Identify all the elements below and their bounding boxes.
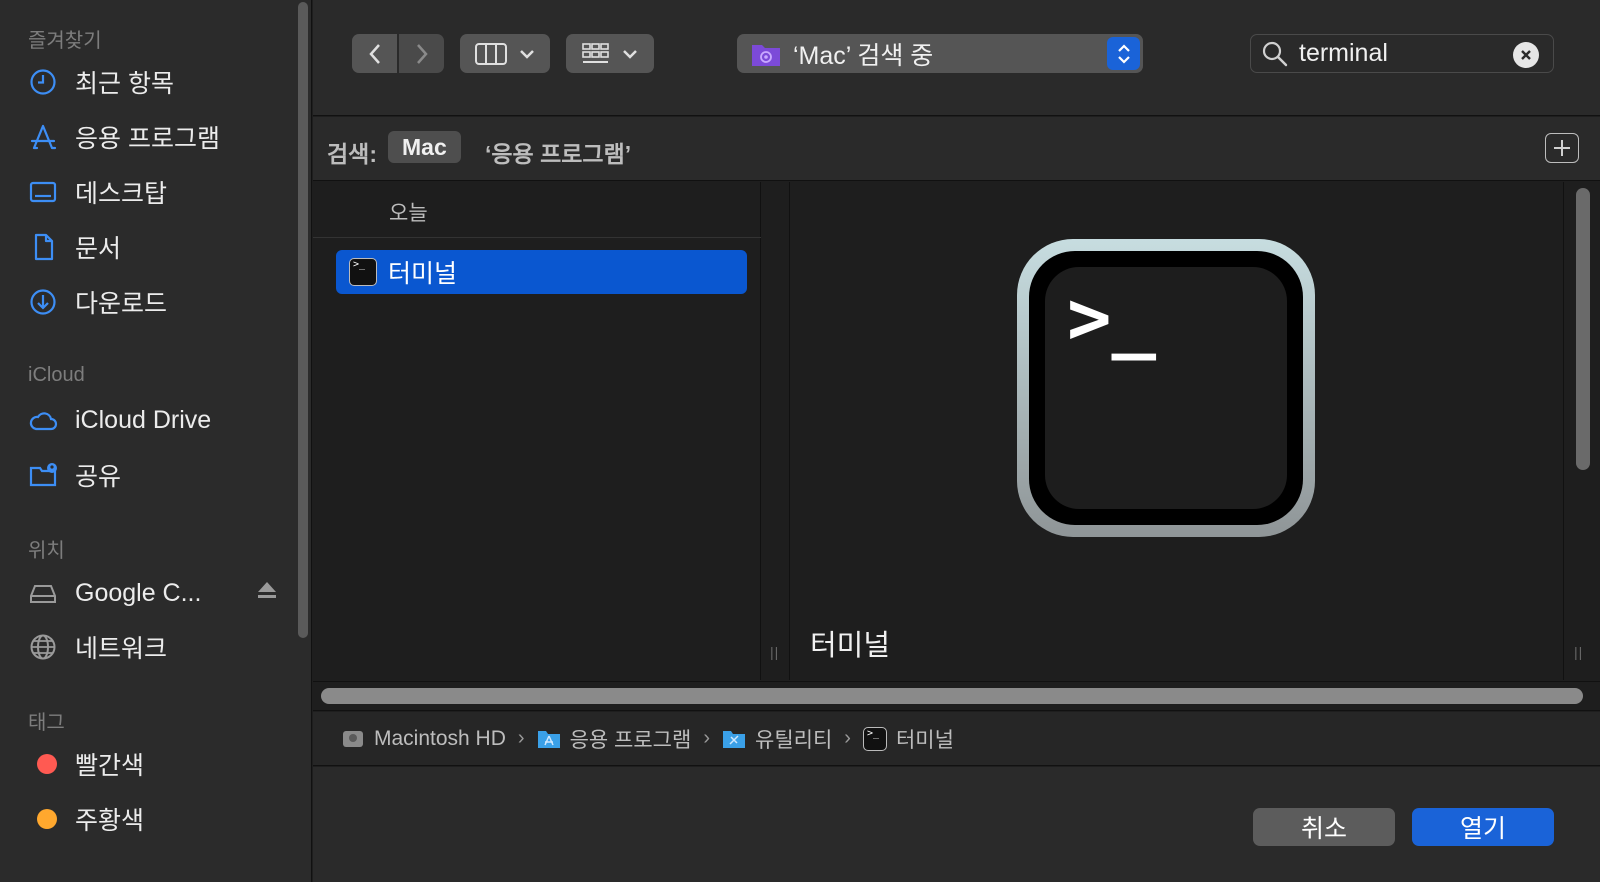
group-by-button[interactable] — [566, 34, 654, 73]
desktop-icon — [28, 176, 68, 208]
apps-icon — [28, 121, 68, 153]
sidebar-item-icloud-drive[interactable]: iCloud Drive — [28, 400, 278, 440]
back-button[interactable] — [352, 34, 397, 73]
sidebar-item-network[interactable]: 네트워크 — [28, 627, 278, 667]
tag-dot-orange — [28, 803, 68, 835]
list-item-selected[interactable]: 터미널 — [336, 250, 747, 294]
network-icon — [28, 631, 68, 663]
terminal-prompt: >_ — [1067, 275, 1157, 361]
path-item-macintosh-hd[interactable]: Macintosh HD — [341, 727, 506, 751]
clear-search-button[interactable] — [1513, 42, 1539, 68]
clock-icon — [28, 66, 68, 98]
download-icon — [28, 286, 68, 318]
sidebar-scrollbar[interactable] — [295, 0, 309, 640]
location-label: ‘Mac’ 검색 중 — [793, 41, 934, 70]
scope-mac-button[interactable]: Mac — [388, 131, 461, 163]
chevron-right-icon — [416, 43, 428, 64]
sidebar-item-label: 데스크탑 — [75, 180, 168, 208]
column-splitter[interactable]: || — [762, 182, 790, 680]
toolbar: ‘Mac’ 검색 중 — [313, 0, 1600, 116]
location-popup[interactable]: ‘Mac’ 검색 중 — [737, 34, 1143, 73]
preview-scrollbar[interactable]: || — [1563, 182, 1600, 680]
terminal-large-icon: >_ — [1017, 239, 1315, 537]
hard-drive-icon — [343, 730, 363, 747]
sidebar-section-favorites: 즐겨찾기 — [28, 30, 102, 52]
path-item-utilities[interactable]: 유틸리티 — [722, 724, 832, 754]
preview-app-name: 터미널 — [810, 630, 891, 662]
sidebar-section-locations: 위치 — [28, 540, 65, 562]
sidebar-item-documents[interactable]: 문서 — [28, 227, 278, 267]
plus-icon — [1554, 140, 1570, 156]
sidebar-item-label: iCloud Drive — [75, 405, 212, 434]
resize-grip-icon[interactable]: || — [770, 644, 779, 660]
chevron-right-icon: › — [844, 727, 851, 749]
sidebar-item-desktop[interactable]: 데스크탑 — [28, 172, 278, 212]
sidebar-item-label: 공유 — [75, 463, 122, 491]
sidebar-item-label: 네트워크 — [75, 635, 168, 663]
search-scope-bar: 검색: Mac ‘응용 프로그램’ — [313, 117, 1600, 181]
terminal-app-icon — [349, 258, 377, 286]
folder-icon — [537, 730, 560, 748]
smart-folder-icon — [752, 44, 780, 66]
sidebar-item-label: 최근 항목 — [75, 70, 174, 98]
dialog-footer: 취소 열기 — [313, 767, 1600, 882]
cancel-button[interactable]: 취소 — [1253, 808, 1395, 846]
sidebar-item-google-drive[interactable]: Google C... — [28, 573, 278, 613]
sidebar-item-label: 주황색 — [75, 807, 145, 835]
grid-icon — [582, 42, 609, 63]
drive-icon — [28, 577, 68, 609]
sidebar-item-downloads[interactable]: 다운로드 — [28, 282, 278, 322]
chevron-left-icon — [368, 43, 380, 64]
path-item-applications[interactable]: 응용 프로그램 — [537, 724, 691, 754]
eject-icon[interactable] — [256, 579, 278, 608]
sidebar-section-tags: 태그 — [28, 712, 65, 734]
chevron-down-icon — [520, 49, 534, 59]
tag-dot-red — [28, 748, 68, 780]
chevron-right-icon: › — [517, 727, 525, 749]
list-group-header: 오늘 — [313, 182, 761, 238]
close-icon — [1521, 50, 1531, 60]
search-icon — [1262, 41, 1288, 66]
path-item-terminal[interactable]: 터미널 — [862, 724, 954, 754]
horizontal-scrollbar[interactable] — [313, 681, 1600, 711]
columns-view-icon — [475, 42, 507, 65]
view-mode-button[interactable] — [460, 34, 550, 73]
resize-grip-icon[interactable]: || — [1574, 644, 1583, 660]
preview-pane: >_ 터미널 — [791, 182, 1561, 680]
chevron-right-icon: › — [703, 727, 710, 749]
sidebar-item-tag-orange[interactable]: 주황색 — [28, 799, 278, 839]
sidebar-item-applications[interactable]: 응용 프로그램 — [28, 117, 278, 157]
search-input[interactable] — [1299, 39, 1499, 68]
group-header-label: 오늘 — [389, 202, 428, 225]
search-field[interactable] — [1250, 34, 1554, 73]
sidebar-item-shared[interactable]: 공유 — [28, 455, 278, 495]
sidebar: 즐겨찾기 최근 항목 응용 프로그램 데스크탑 문서 다운로드 iCloud i… — [0, 0, 312, 882]
main-pane: ‘Mac’ 검색 중 검색: Mac ‘응용 프로그램’ 오늘 터미널 — [313, 0, 1600, 882]
list-item-label: 터미널 — [388, 260, 458, 288]
scope-applications-button[interactable]: ‘응용 프로그램’ — [485, 135, 631, 169]
sidebar-item-tag-red[interactable]: 빨간색 — [28, 744, 278, 784]
scope-label: 검색: — [327, 141, 377, 167]
folder-icon — [723, 730, 745, 748]
sidebar-item-label: Google C... — [75, 578, 202, 607]
sidebar-item-label: 문서 — [75, 235, 122, 263]
open-button[interactable]: 열기 — [1412, 808, 1554, 846]
sidebar-item-recents[interactable]: 최근 항목 — [28, 62, 278, 102]
document-icon — [28, 231, 68, 263]
cloud-icon — [28, 404, 68, 436]
chevron-down-icon — [623, 49, 637, 59]
path-bar: Macintosh HD › 응용 프로그램 › 유틸리티 › 터미널 — [313, 712, 1600, 766]
updown-chevron-icon — [1107, 37, 1140, 70]
add-criteria-button[interactable] — [1545, 133, 1579, 163]
sidebar-item-label: 응용 프로그램 — [75, 125, 220, 153]
results-list: 오늘 터미널 — [313, 182, 761, 680]
sidebar-item-label: 빨간색 — [75, 752, 145, 780]
shared-folder-icon — [28, 459, 68, 491]
terminal-app-icon — [862, 726, 887, 751]
forward-button[interactable] — [399, 34, 444, 73]
sidebar-section-icloud: iCloud — [28, 364, 85, 386]
sidebar-item-label: 다운로드 — [75, 290, 168, 318]
